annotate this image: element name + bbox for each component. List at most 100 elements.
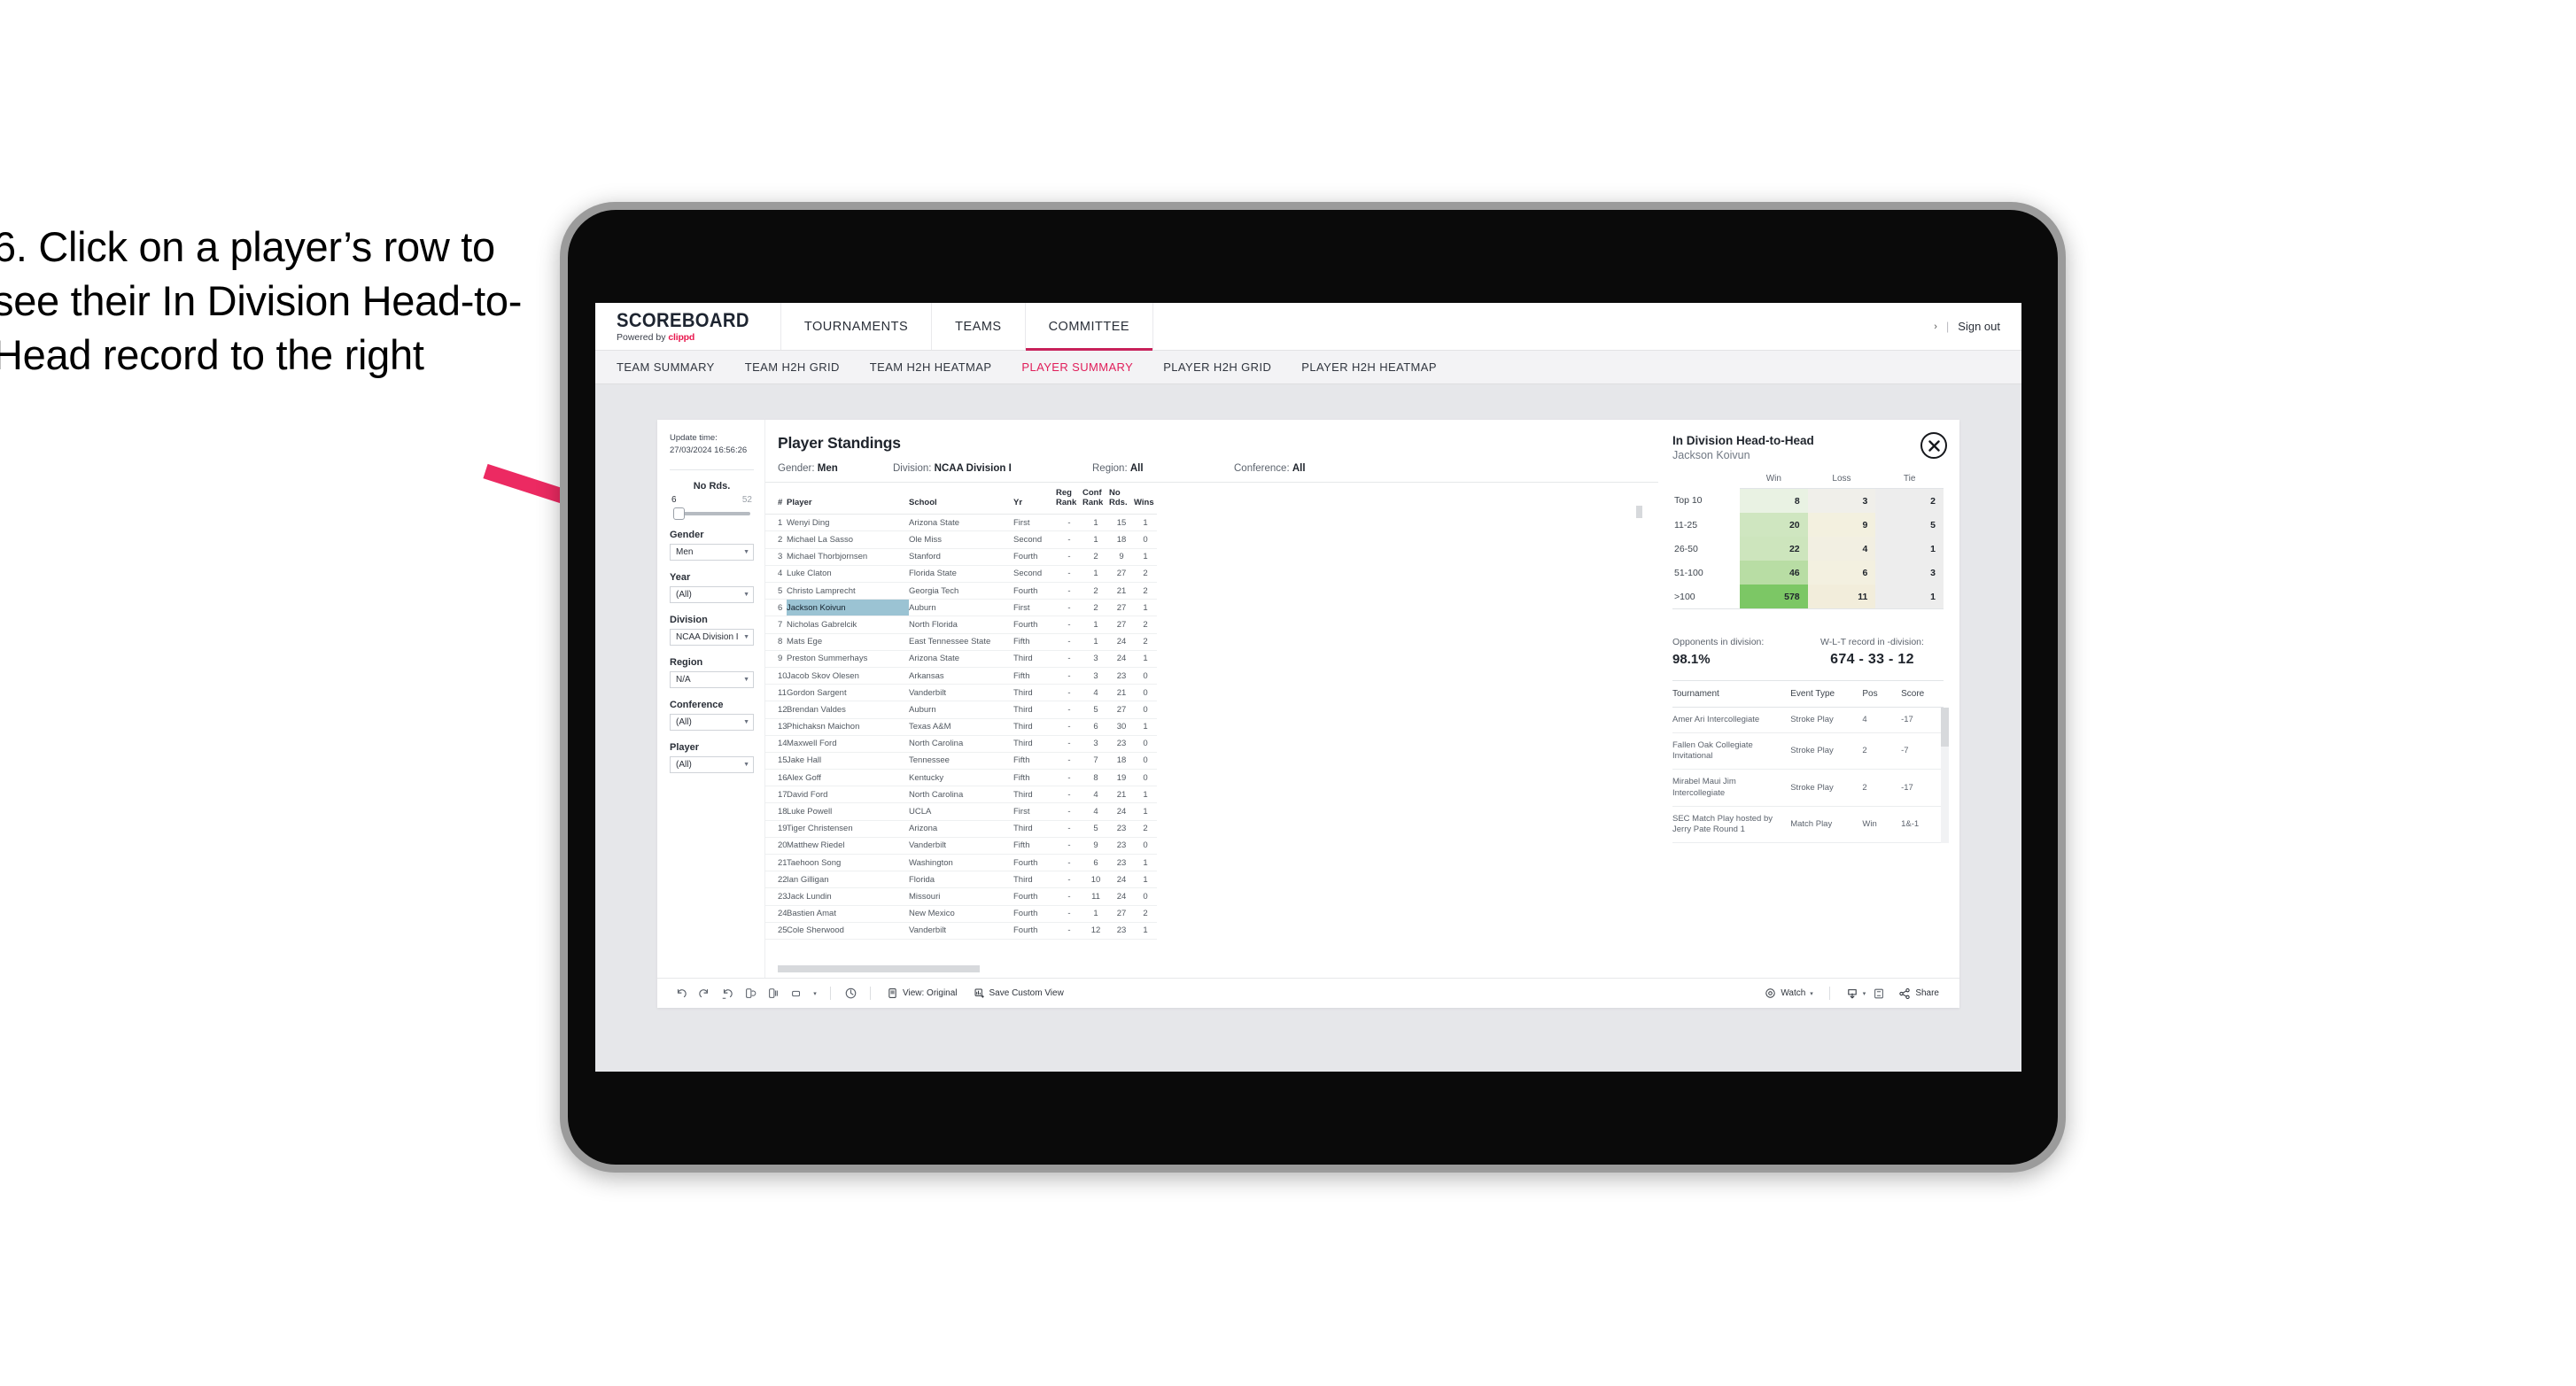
chevron-right-icon[interactable]: › xyxy=(1934,321,1937,332)
nav-item-teams[interactable]: TEAMS xyxy=(932,303,1026,350)
table-row[interactable]: 25 Cole Sherwood Vanderbilt Fourth -12 23 1 xyxy=(765,922,1157,940)
cell-conf-rank: 10 xyxy=(1082,871,1109,889)
table-row[interactable]: 23 Jack Lundin Missouri Fourth -11 24 0 xyxy=(765,887,1157,906)
filter-region-value: N/A xyxy=(676,674,691,685)
table-row[interactable]: 11 Gordon Sargent Vanderbilt Third -4 21 0 xyxy=(765,684,1157,702)
table-row[interactable]: 1 Wenyi Ding Arizona State First -1 15 1 xyxy=(765,514,1157,532)
heatmap-cell-loss[interactable]: 3 xyxy=(1807,488,1876,513)
cell-wins: 2 xyxy=(1134,582,1157,600)
filter-player-select[interactable]: (All) ▼ xyxy=(670,755,754,773)
heatmap-cell-tie[interactable]: 1 xyxy=(1875,537,1944,561)
no-rounds-slider[interactable] xyxy=(673,507,750,520)
filter-year-select[interactable]: (All) ▼ xyxy=(670,585,754,603)
table-row[interactable]: 7 Nicholas Gabrelcik North Florida Fourth -1… xyxy=(765,616,1157,634)
table-row[interactable]: 5 Christo Lamprecht Georgia Tech Fourth -2 21… xyxy=(765,582,1157,600)
table-row[interactable]: 15 Jake Hall Tennessee Fifth -7 18 0 xyxy=(765,752,1157,770)
pause-auto-update-icon[interactable] xyxy=(839,984,862,1003)
h2h-title: In Division Head-to-Head xyxy=(1672,434,1814,447)
tab-player-h2h-heatmap[interactable]: PLAYER H2H HEATMAP xyxy=(1301,360,1437,374)
filter-region-select[interactable]: N/A ▼ xyxy=(670,670,754,688)
tab-player-summary[interactable]: PLAYER SUMMARY xyxy=(1021,360,1133,374)
tab-player-h2h-grid[interactable]: PLAYER H2H GRID xyxy=(1163,360,1271,374)
close-icon[interactable] xyxy=(1920,432,1947,459)
heatmap-cell-tie[interactable]: 1 xyxy=(1875,585,1944,609)
filter-division-select[interactable]: NCAA Division I ▼ xyxy=(670,628,754,646)
table-row[interactable]: 6 Jackson Koivun Auburn First -2 27 1 xyxy=(765,599,1157,617)
heatmap-cell-loss[interactable]: 9 xyxy=(1807,513,1876,537)
fullscreen-icon[interactable] xyxy=(1867,984,1890,1003)
tab-team-h2h-grid[interactable]: TEAM H2H GRID xyxy=(745,360,840,374)
heatmap-cell-tie[interactable]: 3 xyxy=(1875,561,1944,585)
chevron-down-icon[interactable]: ▾ xyxy=(808,984,822,1003)
tab-team-summary[interactable]: TEAM SUMMARY xyxy=(617,360,715,374)
view-original-button[interactable]: View: Original xyxy=(879,987,966,999)
refresh-data-icon[interactable] xyxy=(739,984,762,1003)
tab-team-h2h-heatmap[interactable]: TEAM H2H HEATMAP xyxy=(870,360,992,374)
cell-player: Jake Hall xyxy=(787,752,909,770)
nav-item-tournaments[interactable]: TOURNAMENTS xyxy=(781,303,933,350)
cell-conf-rank: 5 xyxy=(1082,701,1109,719)
cell-year: Fourth xyxy=(1013,616,1056,634)
standings-table: # Player School Yr Reg Rank Conf Rank No… xyxy=(765,483,1157,940)
standings-vertical-scrollbar[interactable] xyxy=(1636,506,1642,518)
filter-conference-select[interactable]: (All) ▼ xyxy=(670,713,754,731)
filter-gender-select[interactable]: Men ▼ xyxy=(670,543,754,561)
slider-handle[interactable] xyxy=(673,507,685,520)
table-row[interactable]: 22 Ian Gilligan Florida Third -10 24 1 xyxy=(765,871,1157,889)
download-button[interactable]: ▾ xyxy=(1838,987,1868,1000)
heatmap-cell-win[interactable]: 20 xyxy=(1740,513,1808,537)
table-row[interactable]: 9 Preston Summerhays Arizona State Third -3 2… xyxy=(765,650,1157,668)
watch-button[interactable]: Watch ▾ xyxy=(1757,987,1820,999)
table-row[interactable]: 13 Phichaksn Maichon Texas A&M Third -6 30 1 xyxy=(765,718,1157,736)
col-year: Yr xyxy=(1013,483,1056,515)
tournament-row[interactable]: Fallen Oak Collegiate Invitational Stroke… xyxy=(1672,732,1944,770)
table-row[interactable]: 20 Matthew Riedel Vanderbilt Fifth -9 23 0 xyxy=(765,837,1157,856)
tablet-screen: SCOREBOARD Powered by clippd TOURNAMENTS… xyxy=(595,303,2021,1072)
pause-updates-icon[interactable] xyxy=(762,984,785,1003)
heatmap-cell-win[interactable]: 578 xyxy=(1740,585,1808,609)
heatmap-row: 11-25 20 9 5 xyxy=(1672,513,1944,537)
table-row[interactable]: 21 Taehoon Song Washington Fourth -6 23 1 xyxy=(765,854,1157,872)
table-row[interactable]: 19 Tiger Christensen Arizona Third -5 23 2 xyxy=(765,820,1157,838)
table-row[interactable]: 18 Luke Powell UCLA First -4 24 1 xyxy=(765,802,1157,821)
table-row[interactable]: 17 David Ford North Carolina Third -4 21 1 xyxy=(765,786,1157,804)
tournament-row[interactable]: Mirabel Maui Jim Intercollegiate Stroke P… xyxy=(1672,769,1944,807)
table-row[interactable]: 24 Bastien Amat New Mexico Fourth -1 27 2 xyxy=(765,905,1157,923)
redo-icon[interactable] xyxy=(693,984,716,1003)
save-custom-view-button[interactable]: Save Custom View xyxy=(966,987,1072,999)
col-pos: Pos xyxy=(1862,681,1902,708)
share-button[interactable]: Share xyxy=(1890,987,1947,1000)
heatmap-cell-tie[interactable]: 2 xyxy=(1875,488,1944,513)
heatmap-cell-loss[interactable]: 6 xyxy=(1807,561,1876,585)
heatmap-cell-loss[interactable]: 4 xyxy=(1807,537,1876,561)
highlight-icon[interactable] xyxy=(785,984,808,1003)
undo-icon[interactable] xyxy=(670,984,693,1003)
heatmap-cell-loss[interactable]: 11 xyxy=(1807,585,1876,609)
cell-reg-rank: - xyxy=(1056,871,1082,889)
tournament-scrollbar-thumb[interactable] xyxy=(1941,708,1949,747)
revert-icon[interactable] xyxy=(716,984,739,1003)
table-row[interactable]: 10 Jacob Skov Olesen Arkansas Fifth -3 23 0 xyxy=(765,667,1157,685)
table-row[interactable]: 2 Michael La Sasso Ole Miss Second -1 18 0 xyxy=(765,530,1157,549)
table-row[interactable]: 14 Maxwell Ford North Carolina Third -3 23 0 xyxy=(765,735,1157,753)
cell-rank: 8 xyxy=(765,633,787,651)
table-row[interactable]: 3 Michael Thorbjornsen Stanford Fourth -2 9 1 xyxy=(765,548,1157,566)
sign-out-link[interactable]: Sign out xyxy=(1958,320,2000,333)
heatmap-cell-tie[interactable]: 5 xyxy=(1875,513,1944,537)
table-row[interactable]: 16 Alex Goff Kentucky Fifth -8 19 0 xyxy=(765,769,1157,787)
no-rounds-label: No Rds. xyxy=(693,480,731,492)
standings-horizontal-scrollbar[interactable] xyxy=(778,965,980,972)
tournament-row[interactable]: SEC Match Play hosted by Jerry Pate Roun… xyxy=(1672,806,1944,844)
cell-no-rounds: 19 xyxy=(1109,769,1134,787)
heatmap-cell-win[interactable]: 22 xyxy=(1740,537,1808,561)
nav-item-committee[interactable]: COMMITTEE xyxy=(1025,303,1154,351)
table-row[interactable]: 8 Mats Ege East Tennessee State Fifth -1 24 2 xyxy=(765,633,1157,651)
cell-school: New Mexico xyxy=(909,905,1013,923)
heatmap-cell-win[interactable]: 46 xyxy=(1740,561,1808,585)
cell-conf-rank: 4 xyxy=(1082,684,1109,702)
tournament-row[interactable]: Amer Ari Intercollegiate Stroke Play 4 -17 xyxy=(1672,707,1944,734)
table-row[interactable]: 4 Luke Claton Florida State Second -1 27 2 xyxy=(765,565,1157,584)
heatmap-cell-win[interactable]: 8 xyxy=(1740,488,1808,513)
brand-logo[interactable]: SCOREBOARD Powered by clippd xyxy=(595,303,781,350)
table-row[interactable]: 12 Brendan Valdes Auburn Third -5 27 0 xyxy=(765,701,1157,719)
